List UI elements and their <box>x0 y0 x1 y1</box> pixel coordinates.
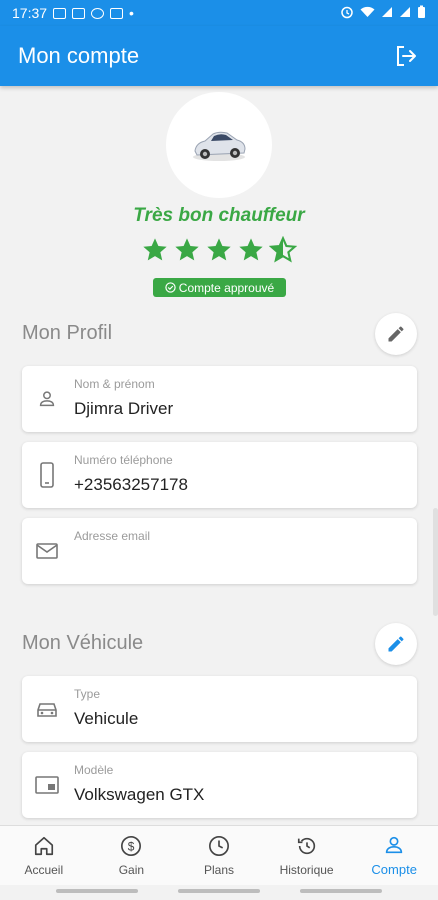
car-image <box>193 131 246 161</box>
vehicle-field-model[interactable]: Modèle Volkswagen GTX <box>22 752 417 818</box>
pencil-icon <box>388 326 404 342</box>
nav-label: Plans <box>203 862 234 877</box>
gesture-bar <box>56 889 138 893</box>
battery-icon <box>417 5 426 22</box>
vehicle-section-title: Mon Véhicule <box>22 632 144 654</box>
svg-text:$: $ <box>128 839 135 853</box>
nav-item-compte[interactable]: Compte <box>350 826 438 885</box>
status-time: 17:37 <box>12 5 48 21</box>
check-circle-icon <box>165 282 176 293</box>
phone-icon <box>34 462 60 488</box>
field-value: Djimra Driver <box>74 399 174 418</box>
rating-stars <box>0 236 438 264</box>
gallery-notification-icon <box>110 7 124 19</box>
edit-profile-button[interactable] <box>375 313 417 355</box>
signal-icon <box>399 6 411 21</box>
car-icon <box>34 696 60 722</box>
alarm-icon <box>340 5 354 22</box>
field-label: Adresse email <box>74 529 151 543</box>
history-icon <box>297 837 315 854</box>
badge-label: Compte approuvé <box>178 280 275 295</box>
nav-item-accueil[interactable]: Accueil <box>0 826 88 885</box>
nav-label: Historique <box>279 862 334 877</box>
message-notification-icon <box>72 7 86 19</box>
page-title: Mon compte <box>18 43 140 68</box>
star-icon <box>175 238 199 261</box>
vehicle-avatar <box>166 92 272 198</box>
app-bar: Mon compte <box>0 26 438 86</box>
home-icon <box>34 836 53 855</box>
profile-field-phone[interactable]: Numéro téléphone +23563257178 <box>22 442 417 508</box>
field-label: Numéro téléphone <box>74 453 173 467</box>
approved-badge: Compte approuvé <box>153 278 286 297</box>
edit-vehicle-button[interactable] <box>375 623 417 665</box>
star-half-icon <box>269 236 297 263</box>
nav-item-plans[interactable]: Plans <box>175 826 263 885</box>
star-icon <box>239 238 263 261</box>
person-icon <box>34 386 60 412</box>
email-icon <box>34 538 60 564</box>
pencil-icon <box>388 636 404 652</box>
nav-label: Gain <box>118 862 145 877</box>
card-icon <box>34 772 60 798</box>
clock-icon <box>208 835 229 856</box>
wifi-icon <box>360 6 375 21</box>
field-value: +23563257178 <box>74 475 188 494</box>
nav-label: Accueil <box>24 862 64 877</box>
field-value: Vehicule <box>74 709 139 728</box>
field-label: Modèle <box>74 763 114 777</box>
profile-section-title: Mon Profil <box>22 322 113 344</box>
nav-item-gain[interactable]: $ Gain <box>88 826 176 885</box>
gesture-bar <box>300 889 382 893</box>
dollar-icon: $ <box>121 835 142 856</box>
star-icon <box>207 238 231 261</box>
scroll-indicator <box>433 508 438 616</box>
notification-dot: • <box>129 5 134 21</box>
logout-icon <box>397 46 416 66</box>
vehicle-field-type[interactable]: Type Vehicule <box>22 676 417 742</box>
star-icon <box>143 238 167 261</box>
logout-button[interactable] <box>392 42 420 70</box>
field-label: Type <box>74 687 101 701</box>
bottom-nav: Accueil $ Gain Plans Historique Compte <box>0 825 438 885</box>
signal-icon <box>381 6 393 21</box>
field-value: Volkswagen GTX <box>74 785 205 804</box>
profile-field-name[interactable]: Nom & prénom Djimra Driver <box>22 366 417 432</box>
field-label: Nom & prénom <box>74 377 155 391</box>
gesture-bar <box>178 889 260 893</box>
gallery-notification-icon <box>53 7 67 19</box>
account-icon <box>386 836 403 854</box>
nav-label: Compte <box>371 862 417 877</box>
rating-label: Très bon chauffeur <box>133 205 305 226</box>
whatsapp-notification-icon <box>91 7 105 19</box>
status-bar: 17:37 • <box>0 0 438 26</box>
profile-field-email[interactable]: Adresse email <box>22 518 417 584</box>
nav-item-historique[interactable]: Historique <box>263 826 351 885</box>
